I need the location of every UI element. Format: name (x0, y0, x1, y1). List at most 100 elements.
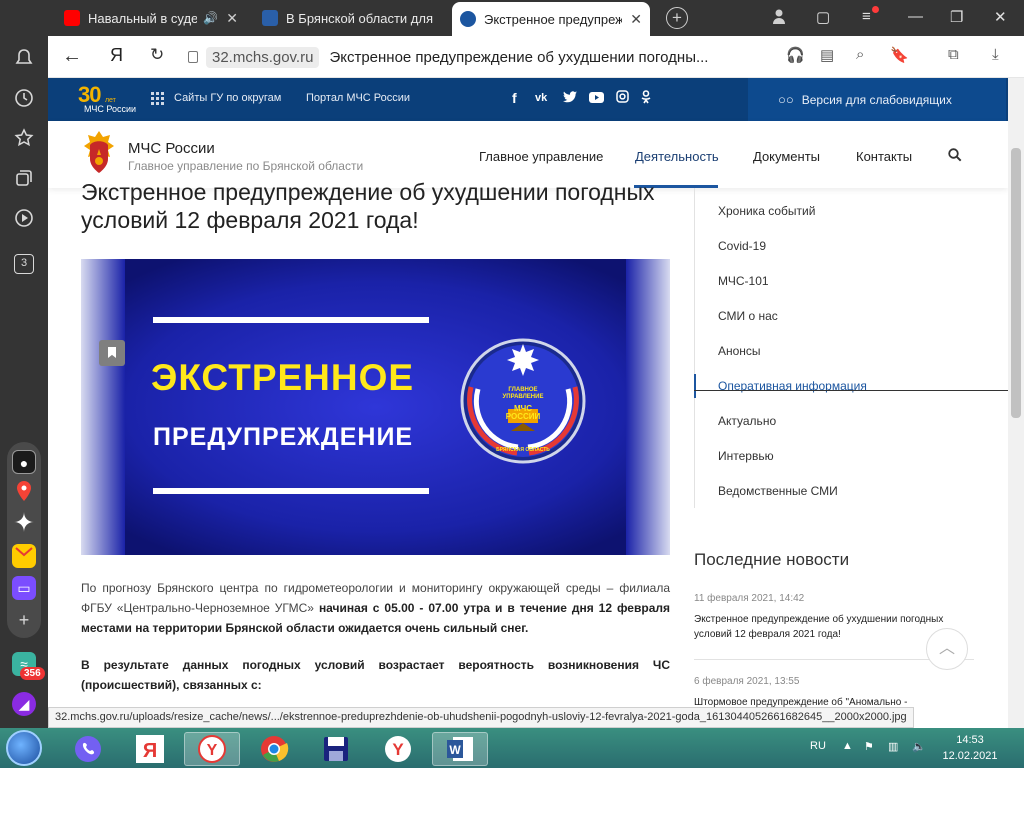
odnoklassniki-icon[interactable] (641, 90, 651, 107)
new-tab-button[interactable]: + (666, 7, 688, 29)
menu-contacts[interactable]: Контакты (856, 149, 912, 164)
yandex-icon[interactable]: Я (110, 45, 123, 66)
sidebar-divider (694, 188, 695, 508)
svg-text:Я: Я (143, 740, 157, 762)
mchs-emblem-logo[interactable] (80, 129, 118, 177)
volume-icon[interactable]: 🔈 (912, 740, 926, 753)
tab-bryansk[interactable]: В Брянской области для б (254, 4, 444, 32)
alice-icon[interactable]: ◢ (12, 692, 36, 716)
tab-active-mchs[interactable]: Экстренное предупреж ✕ (452, 2, 650, 36)
twitter-icon[interactable] (563, 90, 577, 106)
url-field[interactable]: 32.mchs.gov.ru Экстренное предупреждение… (188, 43, 818, 71)
messenger-app-icon[interactable]: ▭ (12, 576, 36, 600)
minimize-icon[interactable]: — (908, 8, 923, 25)
active-item-bar (694, 374, 696, 398)
bookmark-icon[interactable] (99, 340, 125, 366)
link-regional-sites[interactable]: Сайты ГУ по округам (174, 92, 281, 104)
media-icon[interactable] (12, 208, 36, 232)
floppy-icon[interactable] (308, 732, 364, 766)
sidebar-item-actual[interactable]: Актуально (718, 414, 776, 428)
close-window-icon[interactable]: ✕ (994, 8, 1007, 26)
address-bar: ← Я ↻ 32.mchs.gov.ru Экстренное предупре… (48, 36, 1024, 78)
download-icon[interactable]: ⤓ (992, 46, 999, 63)
scroll-top-button[interactable]: ︿ (926, 628, 968, 670)
status-url: 32.mchs.gov.ru/uploads/resize_cache/news… (48, 707, 914, 728)
grid-icon[interactable] (151, 92, 165, 106)
translate-icon[interactable]: ⌕ (856, 46, 864, 63)
sidebar-item-interview[interactable]: Интервью (718, 449, 774, 463)
lock-icon (188, 51, 198, 63)
collections-icon[interactable] (12, 168, 36, 192)
page-scrollbar[interactable] (1008, 78, 1024, 728)
sidebar-item-chronicle[interactable]: Хроника событий (718, 204, 815, 218)
web-page: 30 лет МЧС России Сайты ГУ по округам По… (48, 78, 1008, 728)
sidebar-item-media-about[interactable]: СМИ о нас (718, 309, 778, 323)
emblem-text-bottom: БРЯНСКАЯ ОБЛАСТЬ (496, 447, 550, 453)
language-indicator[interactable]: RU (810, 740, 826, 752)
extensions-icon[interactable]: ⧉ (948, 46, 959, 63)
youtube-icon[interactable] (589, 90, 604, 106)
notification-badge: 356 (20, 667, 45, 680)
tab-navalny[interactable]: Навальный в суде 🔊 ✕ (56, 4, 246, 32)
org-title[interactable]: МЧС России Главное управление по Брянско… (128, 140, 363, 173)
restore-icon[interactable]: ❐ (950, 8, 963, 26)
start-button[interactable] (6, 730, 42, 766)
bookmarks-icon[interactable]: ▢ (816, 8, 830, 26)
menu-main-directorate[interactable]: Главное управление (479, 149, 603, 164)
star-icon[interactable] (12, 128, 36, 152)
search-icon[interactable] (948, 148, 962, 165)
sidebar-item-announcements[interactable]: Анонсы (718, 344, 761, 358)
viber-icon[interactable] (60, 732, 116, 766)
yandex-icon[interactable]: Y (370, 732, 426, 766)
chrome-icon[interactable] (246, 732, 302, 766)
instagram-icon[interactable] (616, 90, 629, 106)
mail-app-icon[interactable] (12, 544, 36, 568)
profile-icon[interactable] (772, 8, 786, 28)
add-app-icon[interactable]: + (12, 608, 36, 632)
svg-text:W: W (449, 743, 461, 757)
article-paragraph-2: В результате данных погодных условий воз… (81, 658, 670, 692)
emblem-text-mid: МЧС РОССИИ (505, 404, 541, 421)
tab-bar: Навальный в суде 🔊 ✕ В Брянской области … (0, 0, 1024, 36)
reload-icon[interactable]: ↻ (150, 45, 164, 65)
hero-image[interactable]: ЭКСТРЕННОЕ ПРЕДУПРЕЖДЕНИЕ ГЛАВНОЕ УПРАВЛ… (81, 259, 670, 555)
bell-icon[interactable] (12, 48, 36, 72)
tab-counter-icon[interactable]: 3 (12, 248, 36, 274)
reader-icon[interactable]: ▤ (820, 46, 834, 64)
facebook-icon[interactable]: f (512, 90, 517, 106)
clock[interactable]: 14:53 12.02.2021 (940, 732, 1000, 764)
zen-app-icon[interactable] (12, 512, 36, 536)
word-icon[interactable]: W (432, 732, 488, 766)
yandex-browser-icon[interactable]: Y (184, 732, 240, 766)
news-title-link[interactable]: Экстренное предупреждение об ухудшении п… (694, 612, 964, 642)
headphones-icon[interactable]: 🎧 (786, 46, 805, 64)
menu-documents[interactable]: Документы (753, 149, 820, 164)
bookmark-icon[interactable]: 🔖 (890, 46, 909, 64)
top-bar: 30 лет МЧС России Сайты ГУ по округам По… (48, 78, 1008, 121)
history-icon[interactable] (12, 88, 36, 112)
menu-icon[interactable]: ≡ (862, 6, 879, 25)
vk-icon[interactable]: vk (535, 92, 547, 104)
link-mchs-portal[interactable]: Портал МЧС России (306, 92, 410, 104)
close-icon[interactable]: ✕ (226, 10, 238, 27)
alice-app-icon[interactable]: ● (12, 450, 36, 474)
hero-line-1: ЭКСТРЕННОЕ (151, 357, 415, 398)
article-paragraph-1: По прогнозу Брянского центра по гидромет… (81, 581, 670, 635)
maps-app-icon[interactable] (12, 480, 36, 504)
speaker-icon[interactable]: 🔊 (203, 11, 218, 25)
scrollbar-thumb[interactable] (1011, 148, 1021, 418)
sidebar-item-mchs101[interactable]: МЧС-101 (718, 274, 769, 288)
svg-text:Y: Y (392, 740, 404, 759)
network-icon[interactable]: ▥ (888, 740, 898, 753)
tray-expand-icon[interactable]: ▲ (842, 740, 853, 752)
news-icon (262, 10, 278, 26)
menu-activity[interactable]: Деятельность (635, 149, 719, 164)
mchs-30-logo[interactable]: 30 лет МЧС России (78, 82, 144, 117)
close-icon[interactable]: ✕ (630, 11, 642, 28)
back-icon[interactable]: ← (62, 45, 82, 68)
flag-icon[interactable]: ⚑ (864, 740, 874, 753)
sidebar-item-departmental-media[interactable]: Ведомственные СМИ (718, 484, 838, 498)
sidebar-item-covid[interactable]: Covid-19 (718, 239, 766, 253)
accessibility-button[interactable]: ○○ Версия для слабовидящих (748, 78, 1006, 121)
yandex-app-icon[interactable]: Я (122, 732, 178, 766)
